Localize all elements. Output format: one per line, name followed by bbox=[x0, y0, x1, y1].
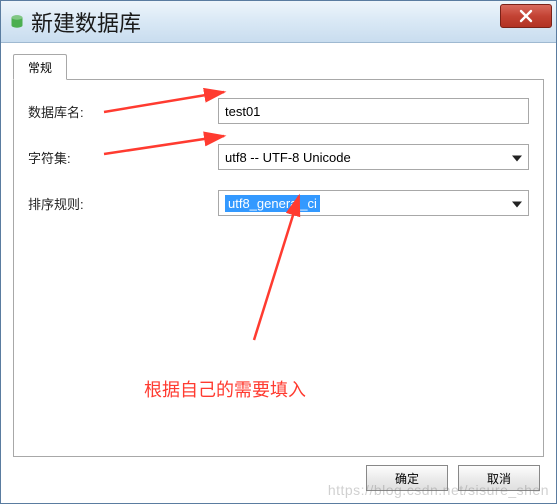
select-collation-value: utf8_general_ci bbox=[225, 195, 320, 212]
tab-general[interactable]: 常规 bbox=[13, 54, 67, 80]
dialog-body: 常规 数据库名: 字符集: utf8 -- UTF-8 Unicode 排序规则… bbox=[1, 43, 556, 503]
label-db-name: 数据库名: bbox=[28, 102, 218, 121]
select-charset-value: utf8 -- UTF-8 Unicode bbox=[225, 150, 351, 165]
input-db-name[interactable] bbox=[218, 98, 529, 124]
dialog-title: 新建数据库 bbox=[31, 6, 548, 38]
titlebar[interactable]: 新建数据库 bbox=[1, 1, 556, 43]
row-collation: 排序规则: utf8_general_ci bbox=[28, 190, 529, 216]
tab-strip: 常规 bbox=[13, 53, 544, 79]
chevron-down-icon bbox=[512, 196, 522, 211]
label-charset: 字符集: bbox=[28, 148, 218, 167]
chevron-down-icon bbox=[512, 150, 522, 165]
select-collation[interactable]: utf8_general_ci bbox=[218, 190, 529, 216]
row-charset: 字符集: utf8 -- UTF-8 Unicode bbox=[28, 144, 529, 170]
ok-button[interactable]: 确定 bbox=[366, 465, 448, 491]
dialog-window: 新建数据库 常规 数据库名: 字符集: utf8 -- UTF-8 Unicod… bbox=[0, 0, 557, 504]
tab-panel-general: 数据库名: 字符集: utf8 -- UTF-8 Unicode 排序规则: u… bbox=[13, 79, 544, 457]
annotation-text: 根据自己的需要填入 bbox=[144, 376, 306, 402]
button-row: 确定 取消 bbox=[13, 457, 544, 495]
cancel-button[interactable]: 取消 bbox=[458, 465, 540, 491]
label-collation: 排序规则: bbox=[28, 194, 218, 213]
database-icon bbox=[9, 14, 25, 30]
select-charset[interactable]: utf8 -- UTF-8 Unicode bbox=[218, 144, 529, 170]
close-button[interactable] bbox=[500, 4, 552, 28]
row-db-name: 数据库名: bbox=[28, 98, 529, 124]
close-icon bbox=[519, 9, 533, 23]
